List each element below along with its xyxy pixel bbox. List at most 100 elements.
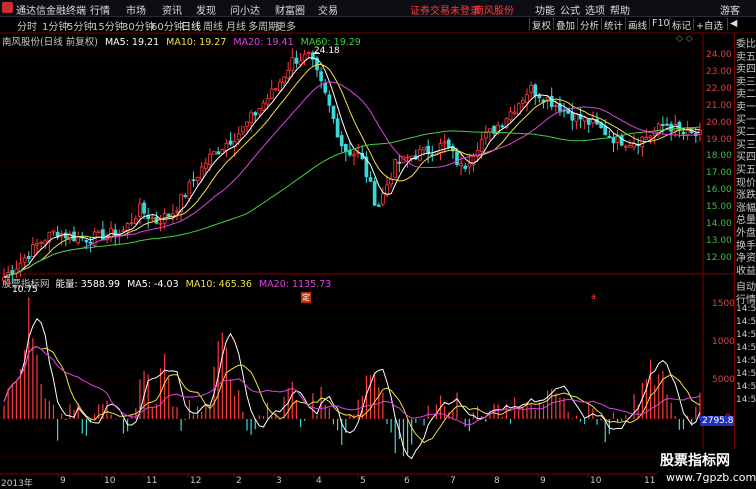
price-axis-label: 20.00 [706, 117, 732, 128]
price-axis-label: 15.00 [706, 202, 732, 212]
candle-body [129, 222, 134, 225]
diejia-button[interactable]: 叠加 [553, 18, 577, 32]
period-more[interactable]: 更多 [276, 18, 296, 33]
side-panel-item: 14:50 [736, 382, 756, 392]
candle-body [335, 118, 340, 138]
candle-body [224, 142, 229, 151]
candle-body [508, 111, 513, 121]
menu-wenxiaoda[interactable]: 问小达 [230, 2, 260, 17]
indicator-axis-label: 5000 [712, 375, 735, 385]
menu-bangzhu[interactable]: 帮助 [610, 2, 630, 17]
candle-body [63, 232, 68, 239]
period-1min[interactable]: 1分钟 [42, 18, 68, 33]
side-panel-item: 14:50 [736, 317, 756, 327]
candle-body [525, 94, 529, 103]
candle-body [236, 133, 241, 141]
candle-body [648, 135, 653, 139]
candle-body [323, 82, 328, 93]
candle-body [121, 229, 126, 233]
menu-gongshi[interactable]: 公式 [560, 2, 580, 17]
candle-body [158, 222, 163, 225]
price-axis-label: 23.00 [706, 67, 732, 78]
price-axis-label: 14.00 [706, 218, 732, 229]
huaxian-button[interactable]: 画线 [625, 18, 649, 32]
menu-jiaoyi[interactable]: 交易 [318, 2, 338, 17]
stock-chart[interactable] [0, 33, 734, 487]
biaoji-button[interactable]: 标记 [669, 18, 693, 32]
candle-body [39, 241, 43, 244]
menu-xuanxiang[interactable]: 选项 [585, 2, 605, 17]
event-marker[interactable]: 定 [301, 292, 311, 303]
candle-body [101, 229, 105, 241]
period-30min[interactable]: 30分钟 [122, 18, 155, 33]
candle-body [88, 241, 93, 244]
ma5-line [3, 57, 700, 278]
candle-body [43, 240, 48, 245]
candle-body [446, 139, 451, 148]
watermark: 股票指标网 www.7gpzb.com [658, 449, 756, 487]
title-bar: 通达信金融终端 行情 市场 资讯 发现 问小达 财富圈 交易 证券交易未登录 南… [0, 0, 756, 17]
candle-body [393, 159, 398, 178]
tongji-button[interactable]: 统计 [601, 18, 625, 32]
menu-caifuquan[interactable]: 财富圈 [275, 2, 305, 17]
period-5min[interactable]: 5分钟 [67, 18, 93, 33]
candle-body [500, 125, 505, 128]
login-warning[interactable]: 证券交易未登录 [410, 2, 480, 17]
candle-body [166, 213, 171, 217]
candle-body [665, 123, 669, 126]
fuquan-button[interactable]: 复权 [529, 18, 553, 32]
candle-body [273, 88, 278, 91]
candle-body [249, 112, 253, 123]
candle-body [397, 161, 402, 164]
candle-body [463, 165, 468, 169]
candle-body [339, 135, 344, 147]
candle-body [269, 88, 274, 99]
app-logo-icon [2, 2, 13, 13]
period-weekly[interactable]: 周线 [203, 18, 223, 33]
candle-body [282, 76, 286, 84]
candle-body [549, 95, 554, 107]
candle-body [619, 135, 624, 146]
candle-body [327, 94, 332, 106]
period-15min[interactable]: 15分钟 [92, 18, 125, 33]
price-axis-label: 16.00 [706, 185, 732, 196]
watermark-title: 股票指标网 [660, 453, 730, 469]
side-panel-item: 14:50 [736, 330, 756, 340]
candle-body [455, 151, 459, 165]
candle-body [133, 218, 138, 224]
candle-body [611, 137, 616, 144]
candle-body [245, 121, 249, 127]
menu-zixun[interactable]: 资讯 [162, 2, 182, 17]
menu-gongneng[interactable]: 功能 [535, 2, 555, 17]
candle-body [632, 143, 636, 148]
candle-body [381, 193, 385, 205]
user-label[interactable]: 游客 [720, 2, 740, 17]
menu-faxian[interactable]: 发现 [196, 2, 216, 17]
candle-body [644, 136, 649, 140]
title-stock-name: 南风股份 [474, 6, 514, 17]
period-60min[interactable]: 60分钟 [151, 18, 184, 33]
candle-body [512, 111, 517, 115]
period-daily[interactable]: 日线 [181, 18, 201, 33]
x-axis-label: 2013年 [1, 479, 33, 489]
event-marker-2[interactable]: a [591, 292, 596, 301]
energy-ma20-line [3, 345, 701, 426]
candle-body [257, 108, 262, 115]
fenxi-button[interactable]: 分析 [577, 18, 601, 32]
candle-body [319, 71, 323, 82]
high-price-annotation: 24.18 [314, 46, 340, 56]
menu-shichang[interactable]: 市场 [126, 2, 146, 17]
period-monthly[interactable]: 月线 [226, 18, 246, 33]
candle-body [183, 195, 188, 197]
x-axis-label: 10 [590, 476, 602, 486]
menu-hangqing[interactable]: 行情 [90, 2, 110, 17]
period-multi[interactable]: 多周期 [248, 18, 278, 33]
add-watchlist-button[interactable]: +自选 [693, 18, 725, 32]
candle-body [10, 270, 15, 275]
period-fenshi[interactable]: 分时 [17, 18, 37, 33]
candle-body [459, 163, 463, 166]
collapse-arrow-icon[interactable]: ◀ [727, 18, 739, 30]
period-toolbar: 分时 1分钟 5分钟 15分钟 30分钟 60分钟 日线 周线 月线 多周期 更… [0, 17, 756, 33]
candle-body [442, 141, 447, 144]
side-panel-item: 14:50 [736, 395, 756, 405]
